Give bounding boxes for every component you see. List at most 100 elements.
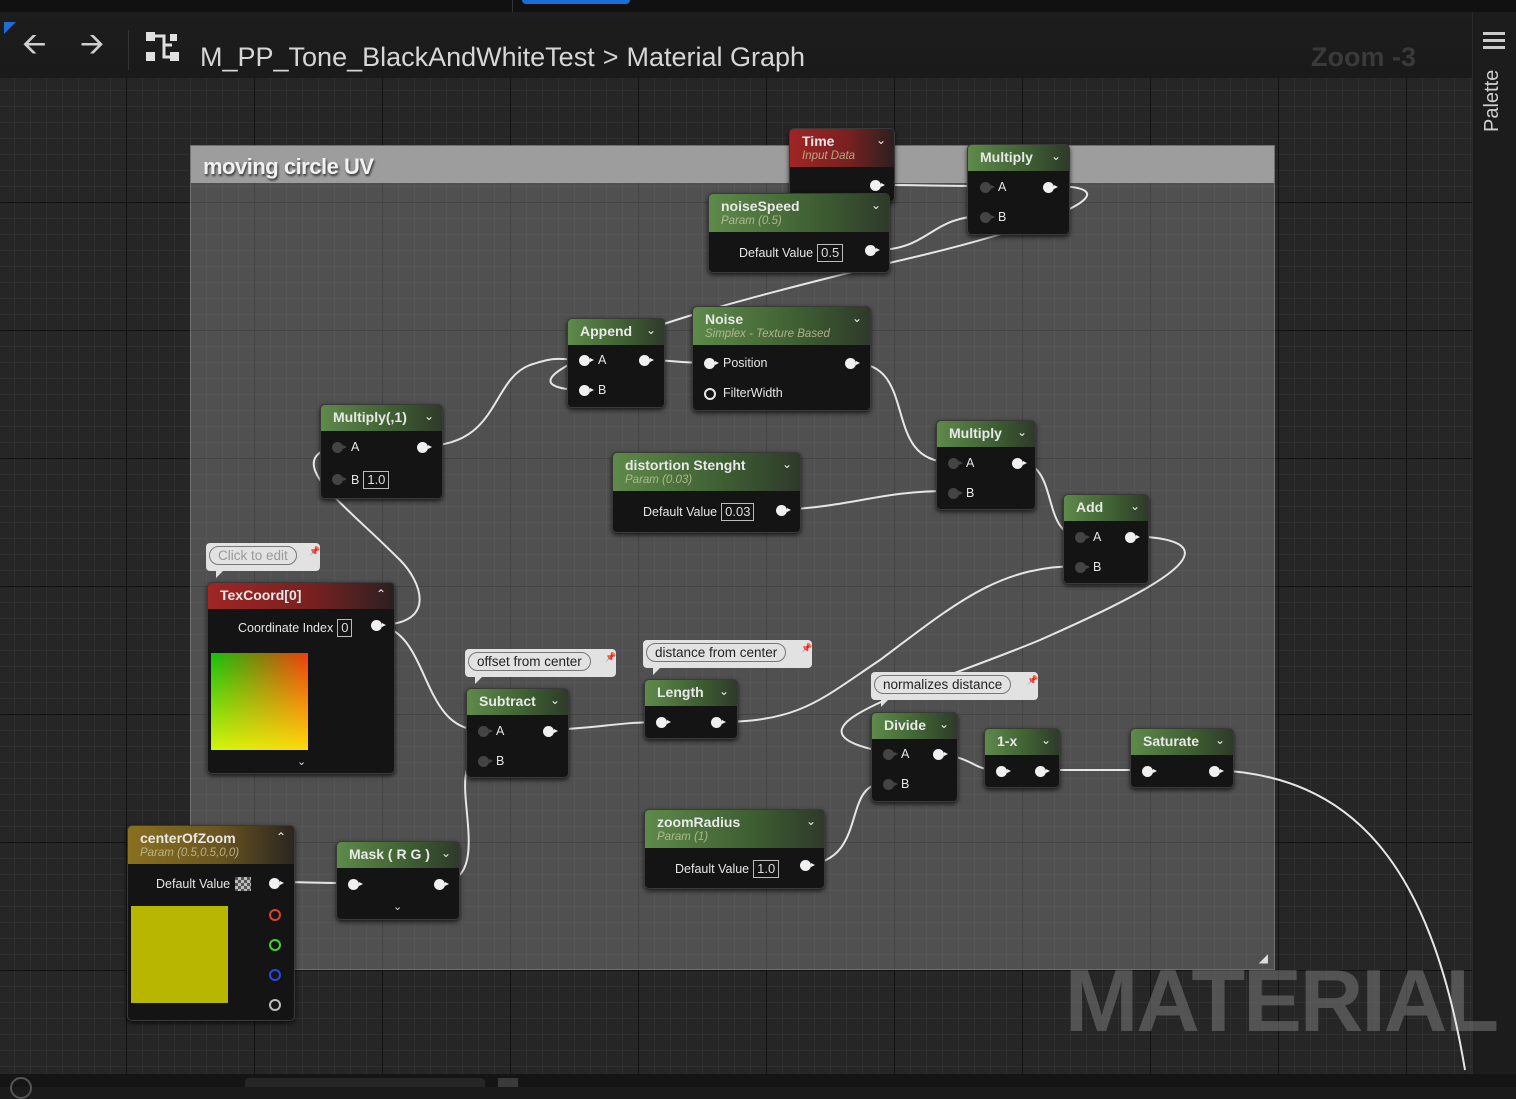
chevron-up-icon[interactable]: ⌃ bbox=[376, 587, 386, 601]
input-pin-b[interactable] bbox=[332, 474, 347, 485]
node-subtract[interactable]: Subtract ⌄ A B bbox=[466, 688, 569, 778]
node-header[interactable]: Noise Simplex - Texture Based ⌄ bbox=[693, 307, 870, 345]
node-time[interactable]: Time Input Data ⌄ bbox=[789, 128, 895, 202]
node-header[interactable]: Multiply ⌄ bbox=[937, 421, 1035, 447]
input-pin-a[interactable] bbox=[579, 355, 594, 366]
palette-tab[interactable]: Palette bbox=[1481, 70, 1504, 132]
input-pin-a[interactable] bbox=[980, 182, 995, 193]
forward-arrow-icon[interactable]: 🡪 bbox=[80, 30, 104, 60]
input-pin[interactable] bbox=[656, 717, 671, 728]
output-pin[interactable] bbox=[1035, 766, 1050, 777]
node-noise[interactable]: Noise Simplex - Texture Based ⌄ Position… bbox=[692, 306, 871, 411]
output-pin-rgb[interactable] bbox=[269, 878, 284, 889]
bottom-search-field[interactable] bbox=[245, 1078, 485, 1087]
back-arrow-icon[interactable]: 🡨 bbox=[22, 30, 46, 60]
pin-icon[interactable]: 📌 bbox=[1027, 675, 1038, 689]
output-pin[interactable] bbox=[639, 355, 654, 366]
default-value-field[interactable]: 0.03 bbox=[721, 503, 755, 521]
palette-menu-icon[interactable] bbox=[1483, 32, 1505, 53]
chevron-down-icon[interactable]: ⌄ bbox=[1017, 425, 1027, 439]
output-pin[interactable] bbox=[800, 860, 815, 871]
chevron-down-icon[interactable]: ⌄ bbox=[876, 133, 886, 147]
output-pin-a[interactable] bbox=[269, 999, 281, 1011]
node-header[interactable]: Saturate ⌄ bbox=[1131, 729, 1233, 755]
node-header[interactable]: Mask ( R G ) ⌄ bbox=[337, 842, 459, 868]
comment-bubble-texcoord[interactable]: Click to edit 📌 bbox=[206, 543, 320, 578]
comment-bubble-divide[interactable]: normalizes distance 📌 bbox=[871, 672, 1038, 707]
chevron-down-icon[interactable]: ⌄ bbox=[719, 684, 729, 698]
chevron-down-icon[interactable]: ⌄ bbox=[939, 717, 949, 731]
output-pin[interactable] bbox=[434, 879, 449, 890]
chevron-down-icon[interactable]: ⌄ bbox=[1051, 149, 1061, 163]
output-pin[interactable] bbox=[865, 245, 880, 256]
chevron-down-icon[interactable]: ⌄ bbox=[646, 323, 656, 337]
output-pin[interactable] bbox=[1012, 458, 1027, 469]
chevron-down-icon[interactable]: ⌄ bbox=[1130, 499, 1140, 513]
output-pin[interactable] bbox=[933, 749, 948, 760]
node-multiply-mid[interactable]: Multiply ⌄ A B bbox=[936, 420, 1036, 510]
comment-bubble-subtract[interactable]: offset from center 📌 bbox=[465, 649, 616, 684]
input-pin-a[interactable] bbox=[332, 442, 347, 453]
input-pin-b[interactable] bbox=[883, 779, 898, 790]
chevron-up-icon[interactable]: ⌃ bbox=[276, 830, 286, 844]
chevron-down-icon[interactable]: ⌄ bbox=[297, 755, 306, 768]
chevron-down-icon[interactable]: ⌄ bbox=[550, 693, 560, 707]
input-pin-b[interactable] bbox=[948, 488, 963, 499]
node-length[interactable]: Length ⌄ bbox=[644, 679, 738, 739]
input-pin[interactable] bbox=[1142, 766, 1157, 777]
chevron-down-icon[interactable]: ⌄ bbox=[852, 311, 862, 325]
node-center-of-zoom[interactable]: centerOfZoom Param (0.5,0.5,0,0) ⌃ Defau… bbox=[127, 825, 295, 1021]
output-pin[interactable] bbox=[870, 180, 885, 191]
input-pin-filterwidth[interactable] bbox=[704, 388, 716, 400]
chevron-down-icon[interactable]: ⌄ bbox=[806, 814, 816, 828]
node-noise-speed[interactable]: noiseSpeed Param (0.5) ⌄ Default Value 0.… bbox=[708, 193, 890, 273]
node-header[interactable]: Length ⌄ bbox=[645, 680, 737, 706]
node-header[interactable]: Add ⌄ bbox=[1064, 495, 1148, 521]
output-pin[interactable] bbox=[1043, 182, 1058, 193]
pin-icon[interactable]: 📌 bbox=[801, 643, 812, 657]
node-header[interactable]: Multiply ⌄ bbox=[968, 145, 1069, 171]
input-pin-a[interactable] bbox=[1075, 532, 1090, 543]
pin-icon[interactable]: 📌 bbox=[309, 546, 320, 560]
node-saturate[interactable]: Saturate ⌄ bbox=[1130, 728, 1234, 788]
chevron-down-icon[interactable]: ⌄ bbox=[393, 900, 402, 913]
node-zoom-radius[interactable]: zoomRadius Param (1) ⌄ Default Value 1.0 bbox=[644, 809, 825, 889]
input-pin-b[interactable] bbox=[579, 385, 594, 396]
node-header[interactable]: centerOfZoom Param (0.5,0.5,0,0) ⌃ bbox=[128, 826, 294, 864]
node-header[interactable]: Multiply(,1) ⌄ bbox=[321, 405, 442, 431]
active-tab-indicator[interactable] bbox=[522, 0, 630, 4]
input-pin-b[interactable] bbox=[980, 212, 995, 223]
output-pin[interactable] bbox=[371, 620, 386, 631]
node-multiply-const[interactable]: Multiply(,1) ⌄ A B 1.0 bbox=[320, 404, 443, 499]
asset-name[interactable]: M_PP_Tone_BlackAndWhiteTest bbox=[200, 42, 595, 72]
node-mask[interactable]: Mask ( R G ) ⌄ ⌄ bbox=[336, 841, 460, 920]
node-texcoord[interactable]: TexCoord[0] ⌃ Coordinate Index 0 ⌄ bbox=[207, 582, 395, 774]
comment-bubble-length[interactable]: distance from center 📌 bbox=[643, 640, 812, 675]
input-pin-a[interactable] bbox=[478, 726, 493, 737]
node-header[interactable]: noiseSpeed Param (0.5) ⌄ bbox=[709, 194, 889, 232]
chevron-down-icon[interactable]: ⌄ bbox=[782, 457, 792, 471]
default-value-field[interactable]: 1.0 bbox=[753, 860, 780, 878]
node-header[interactable]: Append ⌄ bbox=[568, 319, 664, 345]
default-value-field[interactable]: 0.5 bbox=[817, 244, 844, 262]
output-pin[interactable] bbox=[1209, 766, 1224, 777]
output-pin[interactable] bbox=[1125, 532, 1140, 543]
node-header[interactable]: Divide ⌄ bbox=[872, 713, 957, 739]
input-pin-a[interactable] bbox=[883, 749, 898, 760]
output-pin[interactable] bbox=[711, 717, 726, 728]
node-multiply-top[interactable]: Multiply ⌄ A B bbox=[967, 144, 1070, 235]
graph-name[interactable]: Material Graph bbox=[627, 42, 806, 72]
output-pin[interactable] bbox=[845, 358, 860, 369]
node-distortion-strength[interactable]: distortion Stenght Param (0.03) ⌄ Defaul… bbox=[612, 452, 801, 533]
node-add[interactable]: Add ⌄ A B bbox=[1063, 494, 1149, 584]
pin-icon[interactable]: 📌 bbox=[605, 652, 616, 666]
node-divide[interactable]: Divide ⌄ A B bbox=[871, 712, 958, 802]
bubble-text[interactable]: offset from center bbox=[468, 652, 591, 671]
output-pin-b[interactable] bbox=[269, 969, 281, 981]
output-pin[interactable] bbox=[417, 442, 432, 453]
node-header[interactable]: TexCoord[0] ⌃ bbox=[208, 583, 394, 609]
bubble-text[interactable]: normalizes distance bbox=[874, 675, 1012, 694]
b-value-field[interactable]: 1.0 bbox=[363, 471, 390, 489]
input-pin-b[interactable] bbox=[1075, 562, 1090, 573]
chevron-down-icon[interactable]: ⌄ bbox=[424, 409, 434, 423]
